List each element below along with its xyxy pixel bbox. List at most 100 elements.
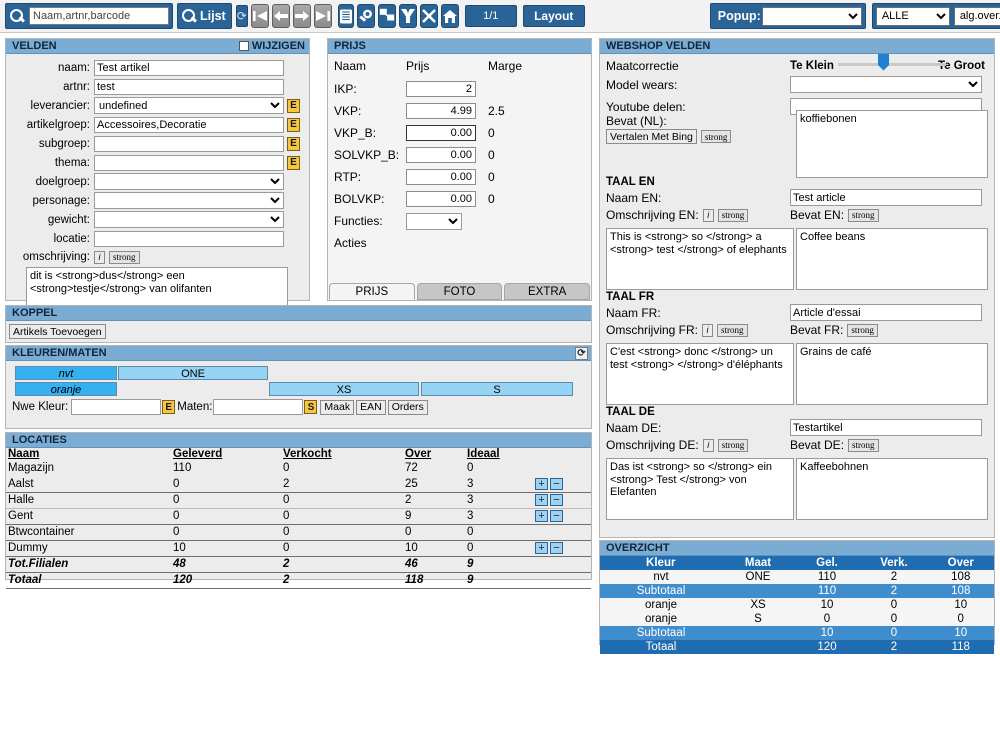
increment-button[interactable]: + <box>535 478 548 490</box>
layout-select[interactable]: alg.overzicht <box>953 6 1000 26</box>
tab-extra[interactable]: EXTRA <box>504 283 591 300</box>
ean-button[interactable]: EAN <box>356 399 386 415</box>
input-subgroep[interactable] <box>94 135 284 152</box>
input-artnr[interactable] <box>94 78 284 95</box>
lijst-button-label[interactable]: Lijst <box>200 9 226 23</box>
omschrijving-fr-textarea[interactable] <box>606 343 794 405</box>
input-thema[interactable] <box>94 154 284 171</box>
table-row[interactable]: Gent 0 0 9 3 + − <box>6 508 591 525</box>
find-button[interactable] <box>356 4 375 28</box>
select-gewicht[interactable] <box>94 211 284 228</box>
omschrijving-de-textarea[interactable] <box>606 458 794 520</box>
omschrijving-fr-strong-button[interactable]: strong <box>717 323 748 337</box>
wijzigen-toggle[interactable]: WIJZIGEN <box>238 39 309 54</box>
bevat-de-strong-button[interactable]: strong <box>848 438 879 452</box>
input-artikelgroep[interactable] <box>94 116 284 133</box>
decrement-button[interactable]: − <box>550 478 563 490</box>
size-chip-s[interactable]: S <box>421 382 573 396</box>
table-row[interactable]: Magazijn 110 0 72 0 <box>6 460 591 476</box>
input-maten[interactable] <box>213 399 304 415</box>
table-row[interactable]: Halle 0 0 2 3 + − <box>6 492 591 509</box>
edit-artikelgroep-button[interactable]: E <box>287 117 300 132</box>
table-row[interactable]: Btwcontainer 0 0 0 0 <box>6 524 591 541</box>
table-row[interactable]: oranje S 0 0 0 <box>600 612 994 626</box>
table-row[interactable]: oranje XS 10 0 10 <box>600 598 994 612</box>
table-row[interactable]: Dummy 10 0 10 0 + − <box>6 540 591 557</box>
decrement-button[interactable]: − <box>550 510 563 523</box>
maak-button[interactable]: Maak <box>320 399 355 415</box>
input-bolvkp[interactable] <box>406 191 476 207</box>
input-ikp[interactable] <box>406 81 476 97</box>
increment-button[interactable]: + <box>535 510 548 523</box>
edit-subgroep-button[interactable]: E <box>287 136 300 151</box>
artikels-toevoegen-button[interactable]: Artikels Toevoegen <box>9 324 106 339</box>
tab-foto[interactable]: FOTO <box>416 283 503 300</box>
input-vkp[interactable] <box>406 103 476 119</box>
input-naam-de[interactable] <box>790 419 982 436</box>
maatcorrectie-slider[interactable]: Te Klein Te Groot <box>790 53 985 72</box>
search-input[interactable] <box>29 7 169 25</box>
input-vkp-b[interactable] <box>406 125 476 141</box>
edit-maten-button[interactable]: S <box>304 400 318 414</box>
select-doelgroep[interactable] <box>94 173 284 190</box>
home-button[interactable] <box>440 4 459 28</box>
previous-record-button[interactable] <box>271 4 290 28</box>
layout-button[interactable]: Layout <box>522 5 585 27</box>
omschrijving-en-strong-button[interactable]: strong <box>717 208 749 222</box>
increment-button[interactable]: + <box>535 494 548 507</box>
edit-leverancier-button[interactable]: E <box>287 98 300 113</box>
next-record-button[interactable] <box>292 4 311 28</box>
omschrijving-strong-button[interactable]: strong <box>109 250 140 264</box>
duplicate-record-button[interactable] <box>377 4 396 28</box>
increment-button[interactable]: + <box>535 542 548 555</box>
sort-down-button[interactable] <box>398 4 417 28</box>
wijzigen-checkbox[interactable] <box>238 41 249 51</box>
omschrijving-en-textarea[interactable] <box>606 228 794 290</box>
select-personage[interactable] <box>94 192 284 209</box>
slider-track[interactable] <box>838 53 946 71</box>
last-record-button[interactable] <box>313 4 332 28</box>
bevat-nl-strong-button[interactable]: strong <box>700 130 732 143</box>
input-nwe-kleur[interactable] <box>71 399 162 415</box>
delete-button[interactable] <box>419 4 438 28</box>
edit-thema-button[interactable]: E <box>287 155 300 170</box>
bevat-nl-textarea[interactable] <box>796 110 988 178</box>
size-chip-one[interactable]: ONE <box>118 366 268 380</box>
omschrijving-de-strong-button[interactable]: strong <box>717 438 749 452</box>
bevat-en-strong-button[interactable]: strong <box>848 208 879 222</box>
table-row[interactable]: Aalst 0 2 25 3 + − <box>6 476 591 493</box>
select-leverancier[interactable]: undefined <box>94 97 284 114</box>
table-row[interactable]: nvt ONE 110 2 108 <box>600 570 994 584</box>
refresh-icon[interactable]: ⟳ <box>235 5 248 27</box>
vertalen-met-bing-button[interactable]: Vertalen Met Bing <box>606 129 697 144</box>
orders-button[interactable]: Orders <box>387 399 428 415</box>
decrement-button[interactable]: − <box>550 542 563 555</box>
list-view-button[interactable] <box>337 4 354 28</box>
tab-prijs[interactable]: PRIJS <box>329 283 415 300</box>
select-functies[interactable] <box>406 212 462 230</box>
refresh-icon[interactable]: ⟳ <box>575 346 588 360</box>
omschrijving-de-info-icon[interactable]: i <box>702 438 714 452</box>
omschrijving-info-icon[interactable]: i <box>94 250 105 264</box>
omschrijving-en-info-icon[interactable]: i <box>702 208 714 222</box>
edit-kleur-button[interactable]: E <box>162 400 176 414</box>
input-locatie[interactable] <box>94 230 284 247</box>
bevat-de-textarea[interactable] <box>796 458 988 520</box>
bevat-fr-strong-button[interactable]: strong <box>847 323 878 337</box>
omschrijving-fr-info-icon[interactable]: i <box>702 323 714 337</box>
select-model-wears[interactable] <box>790 76 982 93</box>
filter-select[interactable]: ALLE <box>875 6 950 26</box>
color-chip-nvt[interactable]: nvt <box>15 366 117 380</box>
input-naam-en[interactable] <box>790 189 982 206</box>
decrement-button[interactable]: − <box>550 494 563 507</box>
input-solvkp-b[interactable] <box>406 147 476 163</box>
input-naam[interactable] <box>94 59 284 76</box>
first-record-button[interactable] <box>250 4 269 28</box>
color-chip-oranje[interactable]: oranje <box>15 382 117 396</box>
bevat-en-textarea[interactable] <box>796 228 988 290</box>
input-naam-fr[interactable] <box>790 304 982 321</box>
size-chip-xs[interactable]: XS <box>269 382 419 396</box>
input-rtp[interactable] <box>406 169 476 185</box>
popup-select[interactable] <box>761 6 862 26</box>
bevat-fr-textarea[interactable] <box>796 343 988 405</box>
